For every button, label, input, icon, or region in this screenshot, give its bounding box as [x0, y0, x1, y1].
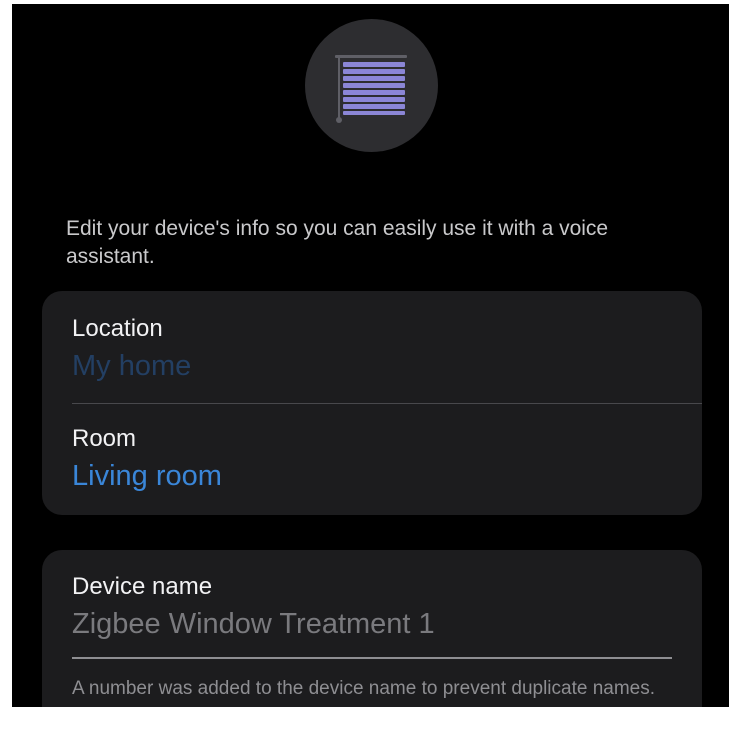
location-label: Location [72, 315, 163, 342]
device-icon-circle [305, 19, 438, 152]
location-value[interactable]: My home [72, 349, 191, 383]
device-name-card: Device name Zigbee Window Treatment 1 A … [42, 550, 702, 707]
device-name-input[interactable]: Zigbee Window Treatment 1 [72, 607, 435, 641]
location-room-card: Location My home Room Living room [42, 291, 702, 515]
duplicate-name-hint: A number was added to the device name to… [72, 678, 656, 699]
window-blinds-icon [335, 55, 407, 123]
room-value[interactable]: Living room [72, 459, 222, 493]
screen: Edit your device's info so you can easil… [12, 4, 729, 707]
intro-text: Edit your device's info so you can easil… [66, 217, 609, 268]
device-name-underline [72, 657, 672, 659]
room-label: Room [72, 425, 137, 452]
card-divider [72, 403, 702, 404]
device-name-label: Device name [72, 573, 213, 600]
